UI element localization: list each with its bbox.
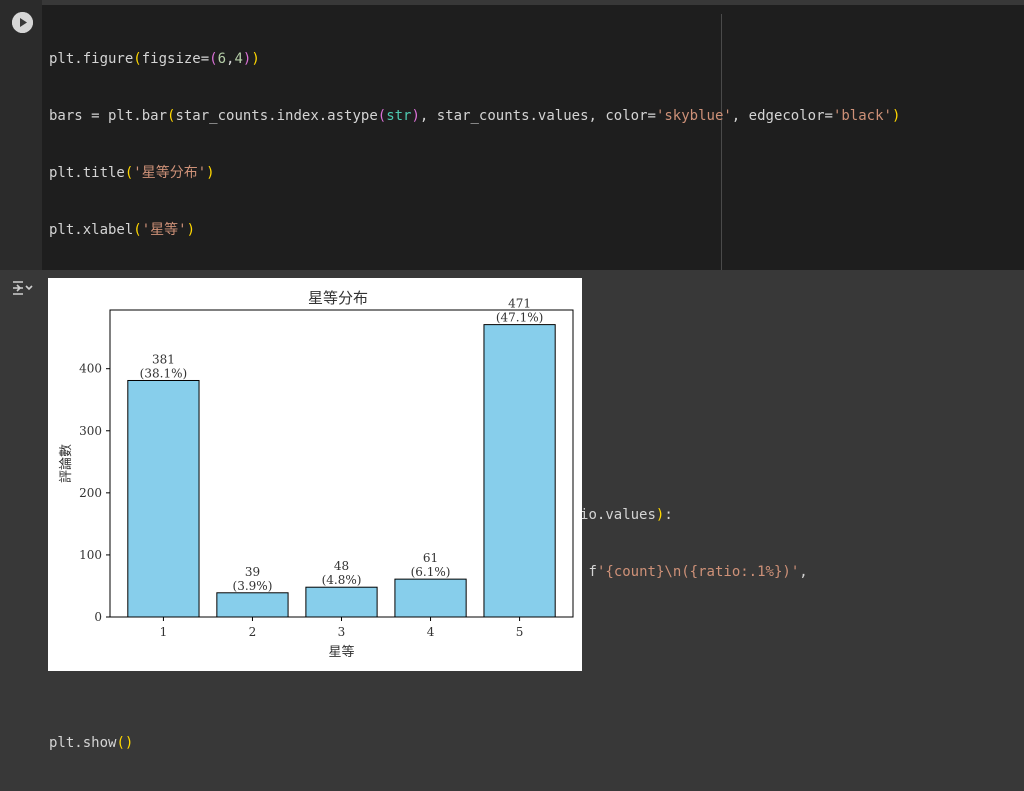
run-cell-button[interactable]: [12, 12, 33, 33]
bar-count-label: 61: [423, 551, 438, 565]
code-line: plt.show(): [49, 735, 134, 751]
bar-count-label: 471: [508, 297, 531, 311]
play-icon: [12, 12, 33, 33]
y-axis-label: 評論數: [58, 444, 74, 483]
bar-5: [483, 324, 556, 618]
bar-percent-label: (6.1%): [411, 565, 451, 579]
x-tick-label: 2: [249, 625, 257, 639]
x-tick-label: 4: [427, 625, 435, 639]
bar-percent-label: (4.8%): [322, 573, 362, 587]
bar-2: [216, 592, 289, 618]
bar-3: [305, 586, 378, 618]
cell-gutter: [0, 0, 42, 270]
y-tick-label: 200: [79, 486, 102, 500]
bar-count-label: 381: [152, 352, 175, 366]
output-collapse-icon[interactable]: [11, 278, 35, 298]
bar-percent-label: (38.1%): [140, 366, 187, 380]
code-line: bars = plt.bar(star_counts.index.astype(…: [49, 108, 901, 124]
output-gutter: [0, 270, 42, 671]
output-figure: 星等分布 381 (38.1%) 39 (3.9%) 48 (4.8%) 61 (6.1%) 4…: [48, 278, 582, 671]
bar-chart: 星等分布 381(38.1%) 39(3.9%) 48(4.8%) 61(6.1%) 4…: [58, 289, 574, 660]
bar-percent-label: (3.9%): [233, 579, 273, 593]
y-tick-label: 300: [79, 424, 102, 438]
code-line: plt.title('星等分布'): [49, 165, 215, 181]
code-cell[interactable]: plt.figure(figsize=(6,4)) bars = plt.bar…: [0, 0, 1024, 751]
bar-percent-label: (47.1%): [496, 311, 543, 325]
code-line: plt.figure(figsize=(6,4)): [49, 51, 260, 67]
chart-title: 星等分布: [308, 289, 368, 307]
x-axis-label: 星等: [328, 644, 354, 660]
bar-count-label: 48: [334, 559, 349, 573]
y-tick-label: 400: [79, 362, 102, 376]
bar-count-label: 39: [245, 565, 260, 579]
y-tick-label: 0: [94, 610, 102, 624]
x-tick-label: 1: [160, 625, 168, 639]
x-tick-label: 3: [338, 625, 346, 639]
x-tick-label: 5: [516, 625, 524, 639]
code-line: plt.xlabel('星等'): [49, 222, 196, 238]
y-tick-label: 100: [79, 548, 102, 562]
bar-1: [127, 379, 200, 618]
bar-4: [394, 578, 467, 618]
